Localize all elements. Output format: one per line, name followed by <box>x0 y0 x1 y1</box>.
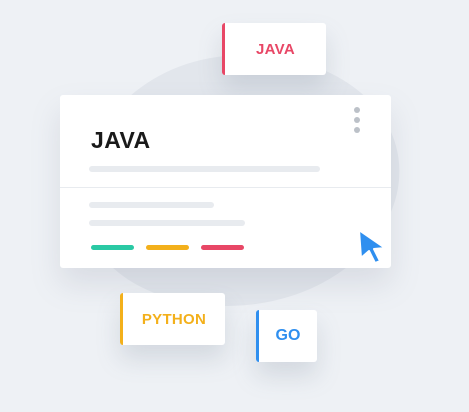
tag-go-label: GO <box>275 327 301 344</box>
card-divider <box>60 187 391 188</box>
card-title: JAVA <box>91 127 151 153</box>
tag-python-label: PYTHON <box>141 310 207 328</box>
tag-java-label: JAVA <box>256 40 295 58</box>
status-bar-red <box>201 245 244 250</box>
kebab-menu-icon[interactable] <box>352 107 362 133</box>
tag-go[interactable]: GO <box>256 310 317 362</box>
placeholder-line <box>89 202 214 208</box>
status-bar-green <box>91 245 134 250</box>
tag-java[interactable]: JAVA <box>222 23 326 75</box>
mouse-pointer-icon <box>358 229 386 264</box>
tag-python[interactable]: PYTHON <box>120 293 225 345</box>
status-bar-yellow <box>146 245 189 250</box>
placeholder-line <box>89 166 320 172</box>
language-card[interactable]: JAVA <box>60 95 391 268</box>
placeholder-line <box>89 220 245 226</box>
